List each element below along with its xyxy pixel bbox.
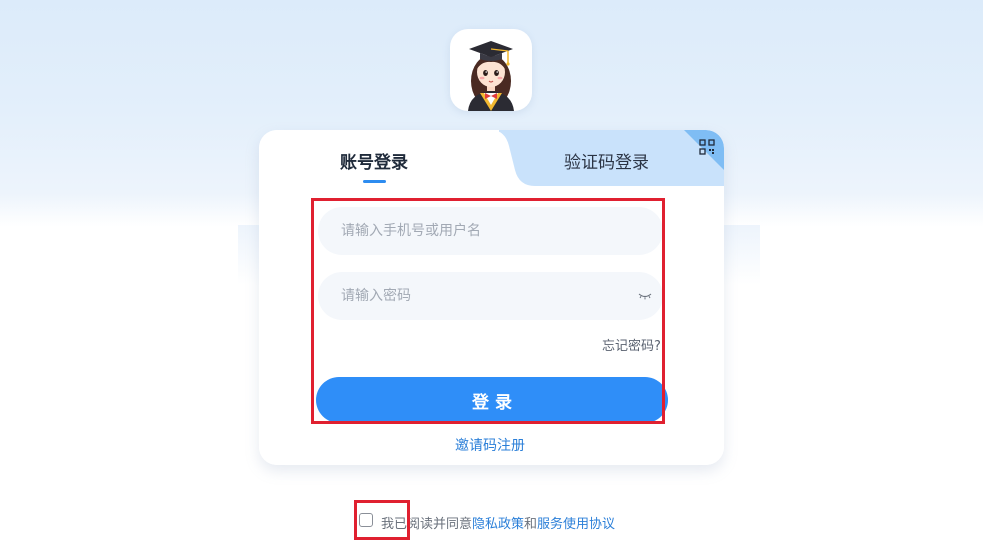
app-avatar: [450, 29, 532, 111]
agreement-checkbox[interactable]: [359, 513, 373, 527]
graduate-girl-avatar-icon: [468, 41, 514, 111]
right-glow: [724, 225, 760, 285]
active-tab-indicator: [363, 180, 386, 183]
invite-code-register-link[interactable]: 邀请码注册: [455, 435, 525, 455]
password-input[interactable]: [318, 272, 663, 320]
forgot-password-link[interactable]: 忘记密码?: [602, 335, 661, 354]
eye-closed-icon[interactable]: [638, 292, 652, 300]
tab-account-login[interactable]: 账号登录: [340, 148, 408, 173]
agreement-prefix: 我已阅读并同意: [381, 517, 473, 532]
login-button[interactable]: 登录: [316, 377, 668, 423]
terms-of-service-link[interactable]: 服务使用协议: [537, 517, 615, 532]
tab-code-login[interactable]: 验证码登录: [564, 148, 649, 173]
agreement-conjunction: 和: [524, 517, 538, 532]
username-input[interactable]: [318, 207, 663, 255]
qr-code-icon[interactable]: [699, 139, 715, 155]
agreement-text: 我已阅读并同意隐私政策和服务使用协议: [381, 513, 615, 532]
privacy-policy-link[interactable]: 隐私政策: [472, 517, 524, 532]
